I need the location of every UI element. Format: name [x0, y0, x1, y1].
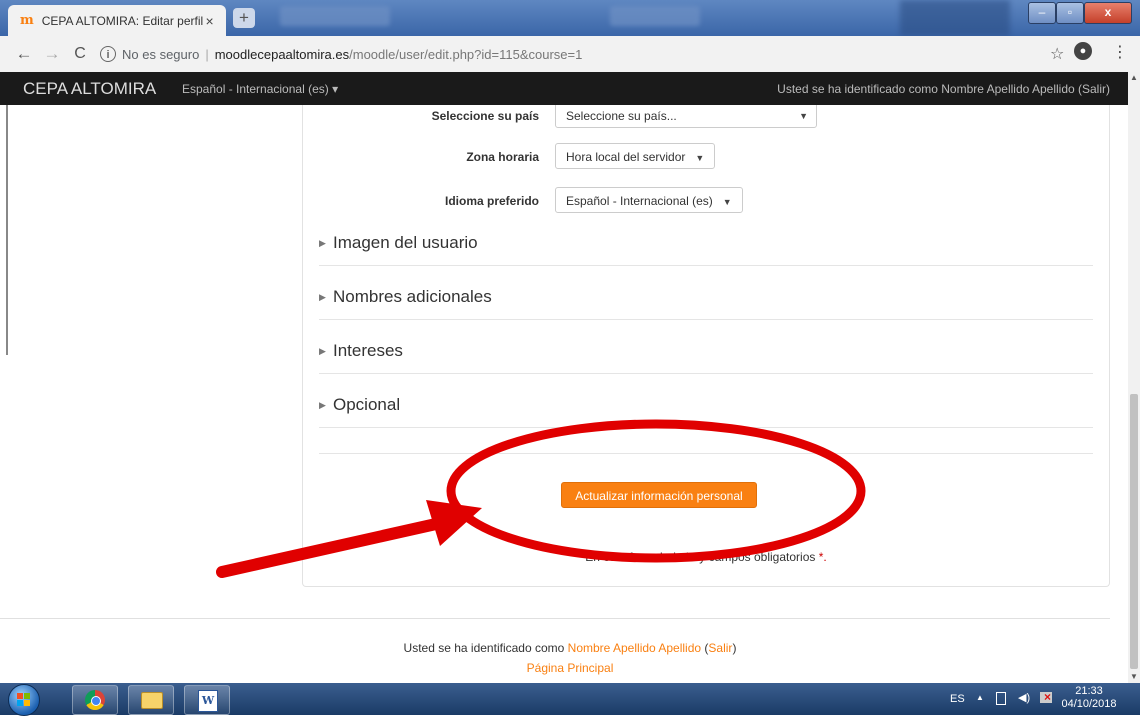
form-row-language: Idioma preferido Español - Internacional…	[303, 187, 1109, 217]
site-brand[interactable]: CEPA ALTOMIRA	[23, 79, 156, 99]
collapsed-triangle-icon: ▶	[319, 346, 326, 356]
moodle-favicon-icon: m	[20, 12, 34, 28]
section-additional-names[interactable]: ▶ Nombres adicionales	[319, 279, 1093, 320]
clock[interactable]: 21:33 04/10/2018	[1058, 685, 1120, 711]
moodle-navbar: CEPA ALTOMIRA Español - Internacional (e…	[0, 72, 1128, 105]
chevron-down-icon: ▼	[722, 197, 732, 207]
new-tab-button[interactable]: +	[233, 8, 255, 28]
security-label: No es seguro	[122, 46, 200, 62]
form-divider	[319, 453, 1093, 454]
browser-tab-active[interactable]: m CEPA ALTOMIRA: Editar perfil ×	[8, 5, 226, 36]
country-select[interactable]: Seleccione su país... ▼	[555, 105, 817, 128]
section-user-picture[interactable]: ▶ Imagen del usuario	[319, 225, 1093, 266]
taskbar-explorer[interactable]	[128, 685, 174, 715]
required-note-text: En este formulario hay campos obligatori…	[585, 550, 816, 564]
taskbar-word[interactable]: W	[184, 685, 230, 715]
footer-home-link[interactable]: Página Principal	[0, 661, 1128, 675]
word-icon: W	[198, 690, 218, 712]
reload-icon[interactable]: C	[70, 44, 90, 64]
blurred-area	[900, 0, 1010, 36]
section-title: Imagen del usuario	[333, 233, 478, 252]
chevron-down-icon: ▾	[332, 82, 339, 96]
left-border	[6, 105, 8, 355]
update-profile-button[interactable]: Actualizar información personal	[561, 482, 757, 508]
address-separator: |	[205, 46, 209, 62]
clock-date: 04/10/2018	[1061, 698, 1117, 710]
tab-close-icon[interactable]: ×	[203, 13, 216, 29]
required-star: *.	[818, 550, 827, 564]
browser-tab-strip: m CEPA ALTOMIRA: Editar perfil × + – ▫ x	[0, 0, 1140, 36]
timezone-select-value: Hora local del servidor	[566, 150, 686, 164]
windows-taskbar: W ES ▲ ◀) 21:33 04/10/2018	[0, 683, 1140, 716]
start-button[interactable]	[8, 684, 40, 716]
country-label: Seleccione su país	[431, 109, 539, 123]
forward-arrow-icon[interactable]: →	[42, 44, 62, 64]
taskbar-chrome[interactable]	[72, 685, 118, 715]
action-center-flag-icon[interactable]	[1040, 690, 1052, 704]
browser-toolbar: ← → C i No es seguro | moodlecepaaltomir…	[0, 36, 1140, 73]
country-select-value: Seleccione su país...	[566, 109, 677, 123]
volume-icon[interactable]: ◀)	[1018, 691, 1030, 704]
device-icon[interactable]	[996, 692, 1006, 705]
scroll-down-arrow-icon[interactable]: ▼	[1128, 671, 1140, 683]
show-hidden-icons-icon[interactable]: ▲	[976, 693, 984, 702]
timezone-label: Zona horaria	[466, 150, 539, 164]
timezone-select[interactable]: Hora local del servidor ▼	[555, 143, 716, 169]
form-row-country: Seleccione su país Seleccione su país...…	[303, 105, 1109, 132]
info-icon[interactable]: i	[100, 46, 116, 62]
window-maximize-button[interactable]: ▫	[1056, 2, 1084, 24]
language-label: Idioma preferido	[444, 194, 539, 208]
logged-user-info[interactable]: Usted se ha identificado como Nombre Ape…	[777, 82, 1110, 96]
address-bar[interactable]: i No es seguro | moodlecepaaltomira.es /…	[100, 42, 1060, 66]
section-optional[interactable]: ▶ Opcional	[319, 387, 1093, 428]
chevron-down-icon: ▼	[695, 153, 705, 163]
window-minimize-button[interactable]: –	[1028, 2, 1056, 24]
edit-profile-form: Seleccione su país Seleccione su país...…	[302, 105, 1110, 587]
footer-login-info: Usted se ha identificado como Nombre Ape…	[403, 641, 737, 655]
footer-user-link[interactable]: Nombre Apellido Apellido	[568, 641, 701, 655]
url-path: /moodle/user/edit.php?id=115&course=1	[349, 46, 583, 62]
menu-kebab-icon[interactable]: ⋮	[1112, 42, 1128, 62]
scroll-up-arrow-icon[interactable]: ▲	[1128, 72, 1140, 84]
footer-login-prefix: Usted se ha identificado como	[403, 641, 565, 655]
window-close-button[interactable]: x	[1084, 2, 1132, 24]
system-tray: ES ▲ ◀) 21:33 04/10/2018	[940, 683, 1140, 715]
blurred-tab[interactable]	[610, 6, 700, 26]
collapsed-triangle-icon: ▶	[319, 238, 326, 248]
language-select[interactable]: Español - Internacional (es) ▼	[555, 187, 743, 213]
clock-time: 21:33	[1075, 685, 1103, 697]
section-title: Nombres adicionales	[333, 287, 492, 306]
blurred-tab[interactable]	[280, 6, 390, 26]
required-fields-note: En este formulario hay campos obligatori…	[303, 550, 1109, 564]
input-language[interactable]: ES	[950, 693, 965, 705]
language-menu-label: Español - Internacional (es)	[182, 82, 329, 96]
language-menu[interactable]: Español - Internacional (es) ▾	[182, 82, 338, 96]
section-interests[interactable]: ▶ Intereses	[319, 333, 1093, 374]
url-host: moodlecepaaltomira.es	[214, 46, 350, 62]
collapsed-triangle-icon: ▶	[319, 400, 326, 410]
windows-logo-icon	[17, 693, 30, 706]
form-row-timezone: Zona horaria Hora local del servidor ▼	[303, 143, 1109, 173]
profile-avatar-icon[interactable]: ●	[1074, 42, 1092, 60]
chrome-icon	[85, 690, 105, 710]
bookmark-star-icon[interactable]: ☆	[1050, 44, 1064, 64]
scroll-thumb[interactable]	[1130, 394, 1138, 669]
section-title: Opcional	[333, 395, 401, 414]
footer-logout-link[interactable]: Salir	[708, 641, 732, 655]
collapsed-triangle-icon: ▶	[319, 292, 326, 302]
footer-divider	[0, 618, 1110, 619]
tab-title: CEPA ALTOMIRA: Editar perfil	[41, 13, 204, 28]
chevron-down-icon: ▼	[799, 111, 808, 121]
page-scrollbar[interactable]: ▲ ▼	[1128, 72, 1140, 683]
back-arrow-icon[interactable]: ←	[14, 44, 34, 64]
language-select-value: Español - Internacional (es)	[566, 194, 713, 208]
section-title: Intereses	[333, 341, 403, 360]
page-content: Seleccione su país Seleccione su país...…	[0, 105, 1128, 683]
folder-icon	[141, 692, 163, 709]
